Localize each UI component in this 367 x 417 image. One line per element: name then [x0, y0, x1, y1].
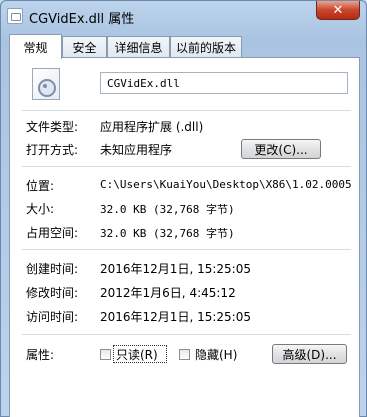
modified-label: 修改时间: [26, 286, 79, 300]
hidden-checkbox[interactable] [179, 349, 190, 360]
modified-value: 2012年1月6日, 4:45:12 [100, 286, 236, 300]
size-label: 大小: [26, 202, 55, 216]
opens-with-label: 打开方式: [26, 143, 79, 157]
opens-with-value: 未知应用程序 [100, 143, 173, 157]
close-icon: ✕ [332, 2, 344, 18]
size-on-disk-label: 占用空间: [26, 226, 79, 240]
location-value: C:\Users\KuaiYou\Desktop\X86\1.02.0005 [100, 178, 352, 191]
readonly-checkbox[interactable] [100, 349, 111, 360]
properties-window: CGVidEx.dll 属性 ✕ 常规 安全 详细信息 以前的版本 文件类型: … [0, 0, 367, 417]
tab-strip: 常规 安全 详细信息 以前的版本 [9, 34, 360, 59]
tab-security[interactable]: 安全 [62, 36, 107, 58]
file-name-field[interactable] [100, 72, 348, 94]
size-value: 32.0 KB (32,768 字节) [100, 203, 235, 216]
file-type-value: 应用程序扩展 (.dll) [100, 120, 204, 134]
hidden-label[interactable]: 隐藏(H) [195, 346, 237, 363]
dll-file-icon [7, 8, 23, 24]
divider [22, 166, 351, 167]
file-type-label: 文件类型: [26, 120, 79, 134]
attributes-label: 属性: [26, 348, 55, 362]
location-label: 位置: [26, 179, 55, 193]
dll-file-icon [32, 68, 60, 100]
close-button[interactable]: ✕ [316, 1, 360, 20]
accessed-label: 访问时间: [26, 310, 79, 324]
accessed-value: 2016年12月1日, 15:25:05 [100, 310, 251, 324]
tab-details[interactable]: 详细信息 [107, 36, 170, 58]
change-button[interactable]: 更改(C)... [241, 139, 321, 159]
size-on-disk-value: 32.0 KB (32,768 字节) [100, 227, 235, 240]
title-bar[interactable]: CGVidEx.dll 属性 ✕ [1, 1, 366, 31]
created-value: 2016年12月1日, 15:25:05 [100, 262, 251, 276]
advanced-button[interactable]: 高级(D)... [272, 344, 347, 364]
divider [22, 110, 351, 111]
general-panel: 文件类型: 应用程序扩展 (.dll) 打开方式: 未知应用程序 更改(C)..… [9, 57, 360, 417]
created-label: 创建时间: [26, 262, 79, 276]
readonly-label[interactable]: 只读(R) [116, 346, 158, 363]
window-title: CGVidEx.dll 属性 [29, 12, 135, 27]
tab-general[interactable]: 常规 [9, 34, 62, 59]
tab-previous-versions[interactable]: 以前的版本 [170, 36, 242, 58]
divider [22, 334, 351, 335]
divider [22, 249, 351, 250]
